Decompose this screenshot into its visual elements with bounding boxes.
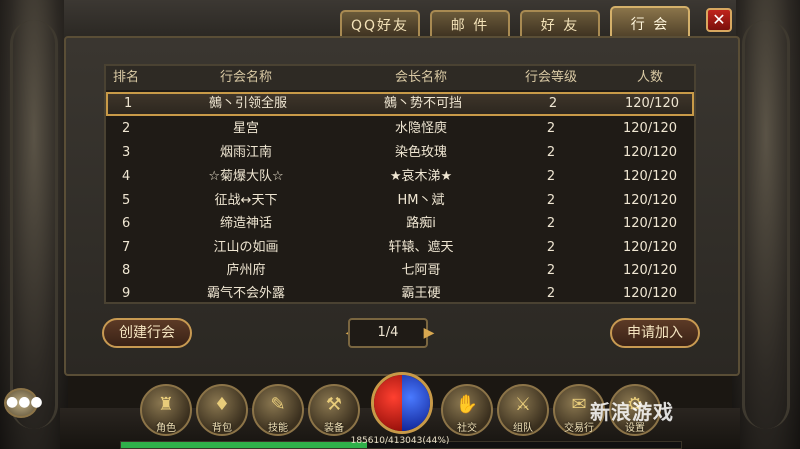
table-row[interactable]: 7 江山の如画 轩辕、遮天 2 120/120 — [106, 236, 694, 260]
row-members: 120/120 — [622, 145, 677, 160]
row-guild-level: 2 — [548, 96, 558, 111]
character-icon: ♜ — [157, 394, 175, 415]
row-members: 120/120 — [622, 240, 677, 255]
row-guild-name: 缔造神话 — [219, 216, 272, 231]
row-rank: 6 — [122, 216, 131, 231]
row-leader-name: 水隐怪庾 — [394, 121, 447, 136]
tab-mail[interactable]: 邮 件 — [430, 10, 510, 38]
table-header: 排名 行会名称 会长名称 行会等级 人数 — [106, 66, 694, 90]
team-label: 组队 — [513, 423, 533, 434]
row-rank: 1 — [124, 96, 133, 111]
hp-orb-half — [374, 375, 402, 431]
row-guild-name: 庐州府 — [226, 263, 266, 278]
right-ornament-frame — [732, 0, 800, 449]
skill-book-icon: ✎ — [270, 394, 286, 415]
row-guild-name: 征战↔天下 — [214, 193, 278, 208]
watermark-logo: 新浪游戏 — [590, 400, 674, 424]
table-row[interactable]: 9 霸气不会外露 霸王硬 2 120/120 — [106, 282, 694, 306]
table-row[interactable]: 3 烟雨江南 染色玫瑰 2 120/120 — [106, 141, 694, 165]
row-guild-level: 2 — [546, 169, 556, 184]
row-guild-name: 烟雨江南 — [219, 145, 272, 160]
social-icon: ✋ — [455, 394, 479, 415]
row-guild-name: 鵺丶引领全服 — [208, 96, 287, 111]
create-guild-button[interactable]: 创建行会 — [102, 318, 192, 348]
next-page-icon[interactable]: ▶ — [422, 320, 436, 346]
mp-orb-half — [402, 375, 430, 431]
row-members: 120/120 — [622, 286, 677, 301]
tab-guild[interactable]: 行 会 — [610, 6, 690, 40]
table-row[interactable]: 1 鵺丶引领全服 鵺丶势不可挡 2 120/120 — [106, 92, 694, 116]
character-label: 角色 — [156, 423, 176, 434]
table-row[interactable]: 2 星宫 水隐怪庾 2 120/120 — [106, 117, 694, 141]
hp-mp-orb — [371, 372, 433, 434]
table-row[interactable]: 8 庐州府 七阿哥 2 120/120 — [106, 259, 694, 283]
team-icon: ⚔ — [514, 394, 532, 415]
row-leader-name: 轩辕、遮天 — [388, 240, 454, 255]
row-leader-name: HM丶斌 — [397, 193, 445, 208]
social-button[interactable]: ✋ 社交 — [441, 384, 493, 436]
tab-qq-friends[interactable]: QQ好友 — [340, 10, 420, 38]
row-rank: 5 — [122, 193, 131, 208]
team-button[interactable]: ⚔ 组队 — [497, 384, 549, 436]
bag-button[interactable]: ♦ 背包 — [196, 384, 248, 436]
close-icon: ✕ — [712, 10, 726, 29]
bag-icon: ♦ — [213, 394, 231, 415]
row-leader-name: 路痴i — [406, 216, 436, 231]
equipment-button[interactable]: ⚒ 装备 — [308, 384, 360, 436]
header-rank: 排名 — [112, 70, 139, 85]
social-label: 社交 — [457, 423, 477, 434]
row-rank: 7 — [122, 240, 131, 255]
skills-label: 技能 — [268, 423, 288, 434]
table-row[interactable]: 6 缔造神话 路痴i 2 120/120 — [106, 212, 694, 236]
row-members: 120/120 — [622, 263, 677, 278]
row-members: 120/120 — [622, 216, 677, 231]
row-members: 120/120 — [622, 193, 677, 208]
experience-text: 185610/413043(44%) — [350, 436, 450, 446]
row-guild-level: 2 — [546, 121, 556, 136]
row-members: 120/120 — [624, 96, 679, 111]
row-members: 120/120 — [622, 121, 677, 136]
left-ornament-frame — [0, 0, 68, 449]
row-guild-name: 星宫 — [232, 121, 259, 136]
character-button[interactable]: ♜ 角色 — [140, 384, 192, 436]
row-leader-name: 七阿哥 — [401, 263, 441, 278]
skills-button[interactable]: ✎ 技能 — [252, 384, 304, 436]
row-guild-level: 2 — [546, 263, 556, 278]
header-guild-level: 行会等级 — [524, 70, 577, 85]
row-guild-level: 2 — [546, 216, 556, 231]
row-guild-level: 2 — [546, 286, 556, 301]
bag-label: 背包 — [212, 423, 232, 434]
row-leader-name: 鵺丶势不可挡 — [383, 96, 462, 111]
row-guild-level: 2 — [546, 145, 556, 160]
row-guild-level: 2 — [546, 193, 556, 208]
header-members: 人数 — [636, 70, 663, 85]
row-rank: 3 — [122, 145, 131, 160]
row-rank: 8 — [122, 263, 131, 278]
close-button[interactable]: ✕ — [706, 8, 732, 32]
table-row[interactable]: 4 ☆菊爆大队☆ ★哀木涕★ 2 120/120 — [106, 165, 694, 189]
row-leader-name: ★哀木涕★ — [389, 169, 453, 184]
chat-icon[interactable]: ●●● — [4, 388, 43, 418]
page-indicator: 1/4 — [348, 318, 428, 348]
row-rank: 4 — [122, 169, 131, 184]
row-members: 120/120 — [622, 169, 677, 184]
equipment-icon: ⚒ — [325, 394, 343, 415]
header-leader-name: 会长名称 — [394, 70, 447, 85]
header-guild-name: 行会名称 — [219, 70, 272, 85]
table-row[interactable]: 5 征战↔天下 HM丶斌 2 120/120 — [106, 189, 694, 213]
tab-friends[interactable]: 好 友 — [520, 10, 600, 38]
row-guild-name: 江山の如画 — [213, 240, 279, 255]
row-guild-name: 霸气不会外露 — [206, 286, 285, 301]
apply-join-button[interactable]: 申请加入 — [610, 318, 700, 348]
row-rank: 2 — [122, 121, 131, 136]
equipment-label: 装备 — [324, 423, 344, 434]
row-guild-name: ☆菊爆大队☆ — [208, 169, 284, 184]
row-rank: 9 — [122, 286, 131, 301]
row-guild-level: 2 — [546, 240, 556, 255]
row-leader-name: 染色玫瑰 — [394, 145, 447, 160]
row-leader-name: 霸王硬 — [401, 286, 441, 301]
